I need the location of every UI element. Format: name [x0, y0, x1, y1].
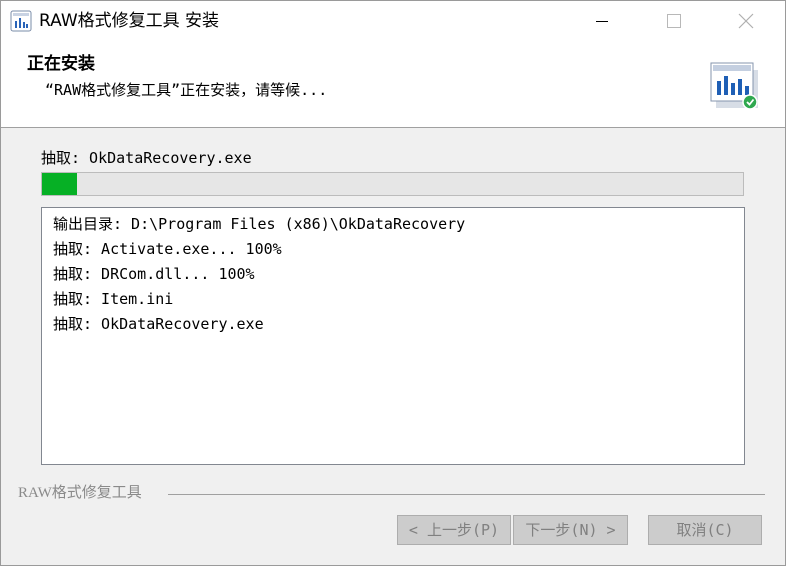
title-bar[interactable]: RAW格式修复工具 安装: [1, 1, 785, 41]
installer-header: 正在安装 “RAW格式修复工具”正在安装，请等候...: [1, 41, 785, 128]
installer-window: RAW格式修复工具 安装 正在安装 “RAW格式修复工具”正在安装，请等候...: [0, 0, 786, 566]
footer-divider: [168, 494, 765, 495]
next-button[interactable]: 下一步(N) >: [513, 515, 628, 545]
minimize-button[interactable]: [579, 1, 625, 41]
close-icon: [738, 13, 754, 29]
current-action-label: 抽取: OkDataRecovery.exe: [41, 149, 252, 167]
list-item: 抽取: Activate.exe... 100%: [53, 240, 282, 258]
cancel-button[interactable]: 取消(C): [648, 515, 762, 545]
installer-chart-icon: [710, 62, 758, 110]
list-item: 抽取: Item.ini: [53, 290, 174, 308]
maximize-button[interactable]: [651, 1, 697, 41]
list-item: 抽取: DRCom.dll... 100%: [53, 265, 255, 283]
brand-label: RAW格式修复工具: [18, 485, 142, 501]
page-subtitle: “RAW格式修复工具”正在安装，请等候...: [45, 81, 328, 99]
installer-chart-icon: [10, 10, 32, 32]
install-log-list[interactable]: 输出目录: D:\Program Files (x86)\OkDataRecov…: [41, 207, 745, 465]
install-progress-fill: [42, 173, 77, 195]
list-item: 抽取: OkDataRecovery.exe: [53, 315, 264, 333]
list-item: 输出目录: D:\Program Files (x86)\OkDataRecov…: [53, 215, 466, 233]
window-title: RAW格式修复工具 安装: [39, 11, 220, 31]
page-title: 正在安装: [27, 54, 95, 74]
minimize-icon: [596, 21, 608, 22]
maximize-icon: [667, 14, 681, 28]
close-button[interactable]: [723, 1, 769, 41]
back-button[interactable]: < 上一步(P): [397, 515, 511, 545]
install-progress-bar: [41, 172, 744, 196]
